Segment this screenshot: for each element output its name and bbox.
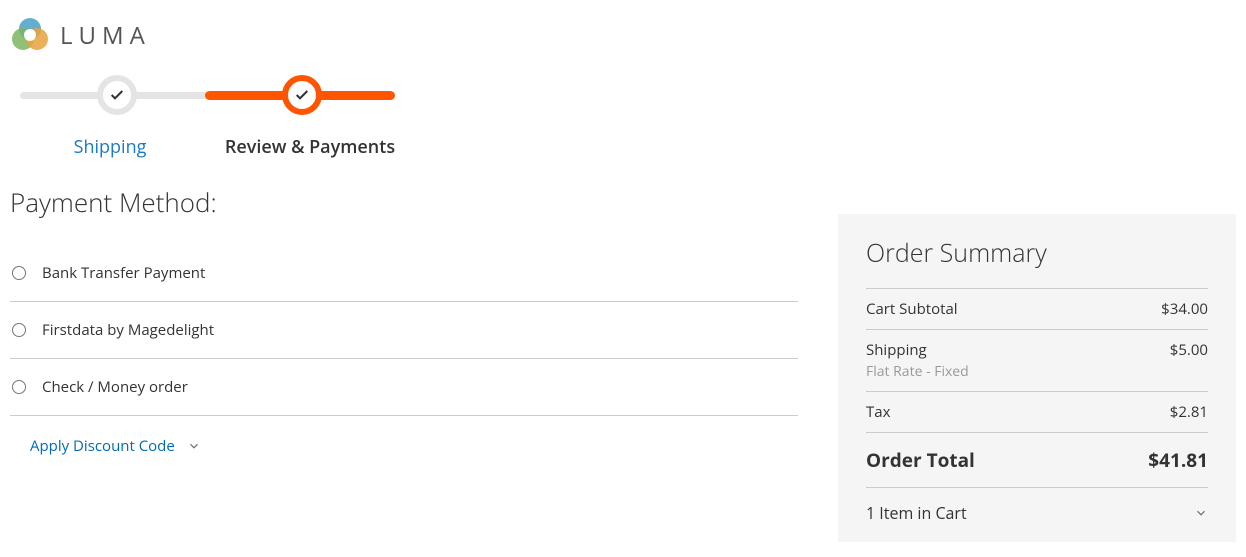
summary-subtotal-value: $34.00: [1161, 299, 1208, 319]
order-summary-panel: Order Summary Cart Subtotal $34.00 Shipp…: [838, 214, 1236, 542]
payment-label[interactable]: Check / Money order: [42, 377, 188, 397]
logo-icon: [10, 15, 50, 55]
step-review-circle[interactable]: [282, 75, 322, 115]
payment-label[interactable]: Firstdata by Magedelight: [42, 320, 214, 340]
summary-tax-value: $2.81: [1170, 402, 1208, 422]
step-review-label: Review & Payments: [210, 135, 410, 159]
logo-text: LUMA: [60, 19, 151, 52]
apply-discount-toggle[interactable]: Apply Discount Code: [10, 416, 798, 456]
summary-total-value: $41.81: [1148, 447, 1208, 473]
step-labels: Shipping Review & Payments: [10, 135, 410, 159]
logo[interactable]: LUMA: [10, 15, 1236, 55]
discount-link-text: Apply Discount Code: [30, 436, 175, 456]
chevron-down-icon: [187, 439, 201, 453]
payment-option-firstdata[interactable]: Firstdata by Magedelight: [10, 302, 798, 359]
step-shipping-label[interactable]: Shipping: [10, 135, 210, 159]
summary-shipping-sub: Flat Rate - Fixed: [866, 362, 969, 381]
summary-total-row: Order Total $41.81: [866, 432, 1208, 487]
summary-shipping-label: Shipping: [866, 340, 969, 360]
summary-shipping-value: $5.00: [1170, 340, 1208, 360]
payment-option-bank-transfer[interactable]: Bank Transfer Payment: [10, 245, 798, 302]
summary-total-label: Order Total: [866, 447, 975, 473]
payment-method-title: Payment Method:: [10, 184, 798, 220]
order-summary-title: Order Summary: [866, 236, 1208, 270]
summary-shipping-row: Shipping Flat Rate - Fixed $5.00: [866, 329, 1208, 391]
summary-subtotal-label: Cart Subtotal: [866, 299, 958, 319]
chevron-down-icon: [1194, 506, 1208, 520]
payment-label[interactable]: Bank Transfer Payment: [42, 263, 205, 283]
summary-subtotal-row: Cart Subtotal $34.00: [866, 288, 1208, 329]
cart-items-toggle[interactable]: 1 Item in Cart: [866, 487, 1208, 524]
check-icon: [294, 87, 310, 103]
summary-tax-label: Tax: [866, 402, 890, 422]
payment-radio[interactable]: [12, 266, 26, 280]
checkout-progress: [10, 75, 410, 115]
payment-method-list: Bank Transfer Payment Firstdata by Maged…: [10, 245, 798, 416]
payment-radio[interactable]: [12, 380, 26, 394]
summary-tax-row: Tax $2.81: [866, 391, 1208, 432]
step-shipping-circle[interactable]: [97, 75, 137, 115]
payment-option-check-money-order[interactable]: Check / Money order: [10, 359, 798, 416]
check-icon: [109, 87, 125, 103]
cart-items-label: 1 Item in Cart: [866, 502, 967, 524]
payment-radio[interactable]: [12, 323, 26, 337]
